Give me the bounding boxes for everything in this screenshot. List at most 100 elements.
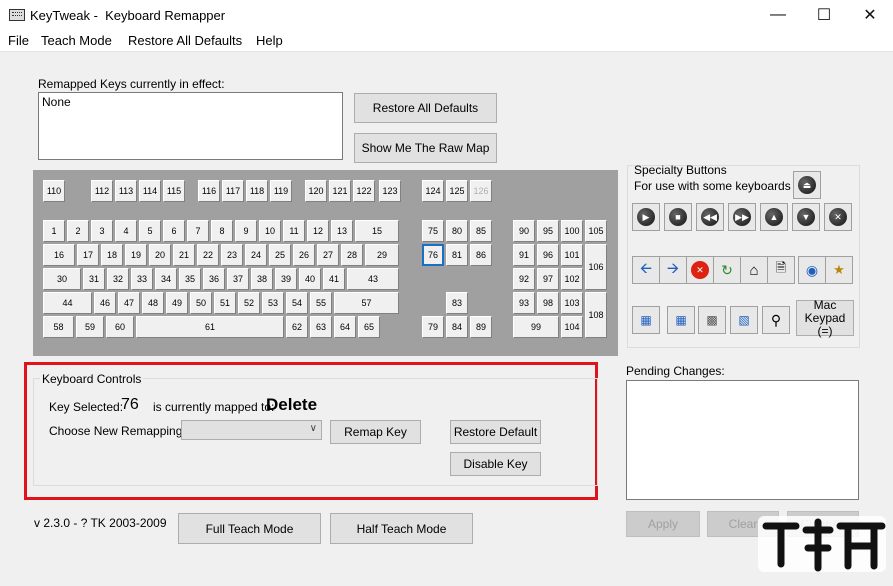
key-58[interactable]: 58 xyxy=(43,316,74,338)
key-19[interactable]: 19 xyxy=(125,244,147,266)
remapped-keys-list[interactable]: None xyxy=(38,92,343,160)
key-63[interactable]: 63 xyxy=(310,316,332,338)
key-90[interactable]: 90 xyxy=(513,220,535,242)
key-5[interactable]: 5 xyxy=(139,220,161,242)
key-17[interactable]: 17 xyxy=(77,244,99,266)
search-button[interactable]: ⚲ xyxy=(762,306,790,334)
key-92[interactable]: 92 xyxy=(513,268,535,290)
key-43[interactable]: 43 xyxy=(347,268,399,290)
key-101[interactable]: 101 xyxy=(561,244,583,266)
key-16[interactable]: 16 xyxy=(43,244,75,266)
key-8[interactable]: 8 xyxy=(211,220,233,242)
key-38[interactable]: 38 xyxy=(251,268,273,290)
minimize-button[interactable]: — xyxy=(755,0,801,30)
key-122[interactable]: 122 xyxy=(353,180,375,202)
key-13[interactable]: 13 xyxy=(331,220,353,242)
key-93[interactable]: 93 xyxy=(513,292,535,314)
key-20[interactable]: 20 xyxy=(149,244,171,266)
key-113[interactable]: 113 xyxy=(115,180,137,202)
key-54[interactable]: 54 xyxy=(286,292,308,314)
media-select-button[interactable]: ▦ xyxy=(632,306,660,334)
key-115[interactable]: 115 xyxy=(163,180,185,202)
key-36[interactable]: 36 xyxy=(203,268,225,290)
key-1[interactable]: 1 xyxy=(43,220,65,242)
menu-restore-all-defaults[interactable]: Restore All Defaults xyxy=(128,33,242,48)
restore-all-defaults-button[interactable]: Restore All Defaults xyxy=(354,93,497,123)
pending-changes-list[interactable] xyxy=(626,380,859,500)
refresh-button[interactable]: ↻ xyxy=(713,256,741,284)
key-35[interactable]: 35 xyxy=(179,268,201,290)
mail-button[interactable]: ▩ xyxy=(698,306,726,334)
key-97[interactable]: 97 xyxy=(537,268,559,290)
key-91[interactable]: 91 xyxy=(513,244,535,266)
key-102[interactable]: 102 xyxy=(561,268,583,290)
key-81[interactable]: 81 xyxy=(446,244,468,266)
key-65[interactable]: 65 xyxy=(358,316,380,338)
key-44[interactable]: 44 xyxy=(43,292,92,314)
mac-keypad-button[interactable]: Mac Keypad (=) xyxy=(796,298,854,337)
next-track-button[interactable]: ▶▶ xyxy=(728,203,756,231)
key-34[interactable]: 34 xyxy=(155,268,177,290)
key-3[interactable]: 3 xyxy=(91,220,113,242)
browser-back-button[interactable]: 🡨 xyxy=(632,256,660,284)
key-99[interactable]: 99 xyxy=(513,316,559,338)
key-33[interactable]: 33 xyxy=(131,268,153,290)
key-83[interactable]: 83 xyxy=(446,292,468,314)
close-button[interactable]: ✕ xyxy=(847,0,893,30)
key-123[interactable]: 123 xyxy=(379,180,401,202)
key-108[interactable]: 108 xyxy=(585,292,607,338)
key-62[interactable]: 62 xyxy=(286,316,308,338)
search-page-button[interactable]: 🗎 xyxy=(767,256,795,284)
apply-button[interactable]: Apply xyxy=(626,511,700,537)
restore-default-button[interactable]: Restore Default xyxy=(450,420,541,444)
key-7[interactable]: 7 xyxy=(187,220,209,242)
key-64[interactable]: 64 xyxy=(334,316,356,338)
key-89[interactable]: 89 xyxy=(470,316,492,338)
key-125[interactable]: 125 xyxy=(446,180,468,202)
key-40[interactable]: 40 xyxy=(299,268,321,290)
key-103[interactable]: 103 xyxy=(561,292,583,314)
key-26[interactable]: 26 xyxy=(293,244,315,266)
mute-button[interactable]: ✕ xyxy=(824,203,852,231)
key-47[interactable]: 47 xyxy=(118,292,140,314)
key-49[interactable]: 49 xyxy=(166,292,188,314)
previous-track-button[interactable]: ◀◀ xyxy=(696,203,724,231)
key-110[interactable]: 110 xyxy=(43,180,65,202)
key-10[interactable]: 10 xyxy=(259,220,281,242)
key-55[interactable]: 55 xyxy=(310,292,332,314)
key-11[interactable]: 11 xyxy=(283,220,305,242)
key-76[interactable]: 76 xyxy=(422,244,444,266)
key-29[interactable]: 29 xyxy=(365,244,399,266)
key-57[interactable]: 57 xyxy=(334,292,399,314)
menu-help[interactable]: Help xyxy=(256,33,283,48)
key-104[interactable]: 104 xyxy=(561,316,583,338)
key-48[interactable]: 48 xyxy=(142,292,164,314)
key-60[interactable]: 60 xyxy=(106,316,134,338)
key-23[interactable]: 23 xyxy=(221,244,243,266)
volume-up-button[interactable]: ▲ xyxy=(760,203,788,231)
favorites-button[interactable]: ★ xyxy=(825,256,853,284)
key-59[interactable]: 59 xyxy=(76,316,104,338)
key-100[interactable]: 100 xyxy=(561,220,583,242)
key-121[interactable]: 121 xyxy=(329,180,351,202)
key-126[interactable]: 126 xyxy=(470,180,492,202)
key-80[interactable]: 80 xyxy=(446,220,468,242)
home-button[interactable]: ⌂ xyxy=(740,256,768,284)
browser-forward-button[interactable]: 🡪 xyxy=(659,256,687,284)
key-24[interactable]: 24 xyxy=(245,244,267,266)
key-9[interactable]: 9 xyxy=(235,220,257,242)
remapping-dropdown[interactable]: ∨ xyxy=(181,420,322,440)
key-118[interactable]: 118 xyxy=(246,180,268,202)
key-12[interactable]: 12 xyxy=(307,220,329,242)
key-52[interactable]: 52 xyxy=(238,292,260,314)
key-98[interactable]: 98 xyxy=(537,292,559,314)
stop-button[interactable]: ■ xyxy=(664,203,692,231)
maximize-button[interactable]: ☐ xyxy=(801,0,847,30)
key-106[interactable]: 106 xyxy=(585,244,607,290)
key-18[interactable]: 18 xyxy=(101,244,123,266)
key-25[interactable]: 25 xyxy=(269,244,291,266)
key-95[interactable]: 95 xyxy=(537,220,559,242)
key-112[interactable]: 112 xyxy=(91,180,113,202)
eject-button[interactable]: ⏏ xyxy=(793,171,821,199)
key-39[interactable]: 39 xyxy=(275,268,297,290)
